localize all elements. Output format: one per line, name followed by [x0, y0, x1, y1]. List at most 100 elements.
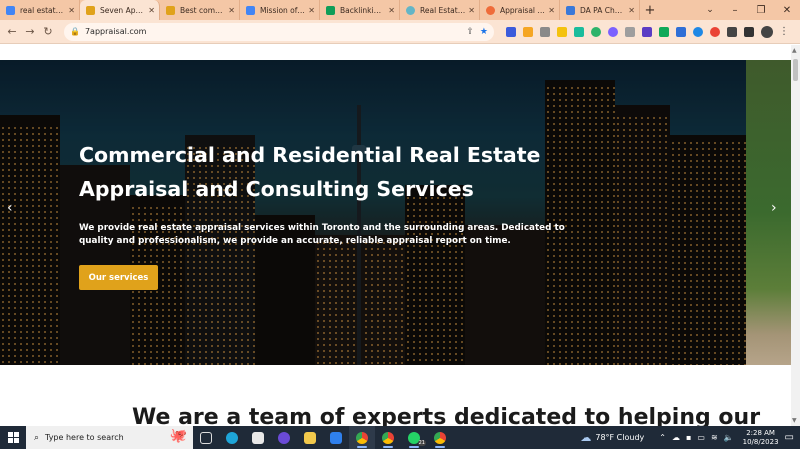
notifications-icon[interactable]: ▭: [785, 432, 794, 443]
side-panel-icon[interactable]: [743, 26, 754, 37]
edge-icon[interactable]: [219, 426, 245, 449]
extension-icon[interactable]: [607, 26, 618, 37]
section-heading: We are a team of experts dedicated to he…: [132, 405, 761, 426]
tab-title: Mission of m: [260, 5, 306, 15]
menu-kebab-icon[interactable]: ⋮: [779, 26, 789, 37]
browser-toolbar: ← → ↻ 🔒 7appraisal.com ⇪ ★ ⋮: [0, 20, 800, 44]
tab-title: DA PA Check: [580, 5, 626, 15]
back-icon[interactable]: ←: [4, 24, 20, 40]
weather-widget[interactable]: ☁ 78°F Cloudy: [580, 431, 644, 444]
extension-icon[interactable]: [658, 26, 669, 37]
tab-strip: real estate ap✕ Seven Apprai✕ Best comme…: [0, 0, 800, 20]
cloud-icon: ☁: [580, 431, 592, 444]
task-view-icon[interactable]: [193, 426, 219, 449]
reload-icon[interactable]: ↻: [40, 24, 56, 40]
start-button[interactable]: [0, 426, 26, 449]
extension-icon[interactable]: [709, 26, 720, 37]
share-icon[interactable]: ⇪: [466, 27, 474, 37]
address-bar[interactable]: 🔒 7appraisal.com ⇪ ★: [64, 22, 494, 41]
battery-icon[interactable]: ▭: [697, 433, 705, 442]
browser-tab[interactable]: real estate ap✕: [0, 0, 80, 20]
wifi-icon[interactable]: ≋: [711, 433, 718, 442]
close-tab-icon[interactable]: ✕: [468, 6, 475, 15]
taskbar-search[interactable]: ⌕ Type here to search 🐙: [26, 426, 193, 449]
extension-icon[interactable]: [539, 26, 550, 37]
profile-avatar[interactable]: [761, 25, 773, 38]
bookmark-star-icon[interactable]: ★: [480, 27, 488, 37]
tab-title: real estate ap: [20, 5, 65, 15]
extension-icon[interactable]: [573, 26, 584, 37]
extension-icon[interactable]: [692, 26, 703, 37]
close-tab-icon[interactable]: ✕: [548, 6, 555, 15]
volume-icon[interactable]: 🔈: [724, 433, 734, 442]
clock[interactable]: 2:28 AM 10/8/2023: [743, 429, 779, 447]
carousel-prev-icon[interactable]: ‹: [7, 200, 13, 216]
octopus-search-highlight-icon: 🐙: [169, 428, 187, 444]
tab-title: Seven Apprai: [100, 5, 146, 15]
media-app-icon[interactable]: [271, 426, 297, 449]
chevron-up-icon[interactable]: ⌃: [659, 433, 666, 442]
browser-tab-active[interactable]: Seven Apprai ✕: [80, 0, 160, 20]
minimize-icon[interactable]: –: [722, 0, 748, 20]
weather-text: 78°F Cloudy: [595, 433, 645, 442]
tab-search-chevron-icon[interactable]: ⌄: [700, 0, 720, 20]
close-tab-icon[interactable]: ✕: [228, 6, 235, 15]
forward-icon[interactable]: →: [22, 24, 38, 40]
close-tab-icon[interactable]: ✕: [628, 6, 635, 15]
new-tab-button[interactable]: +: [640, 0, 660, 20]
restore-icon[interactable]: ❐: [748, 0, 774, 20]
scroll-up-icon[interactable]: ▲: [792, 47, 797, 54]
site-favicon-icon: [486, 5, 495, 15]
search-icon: ⌕: [34, 432, 40, 443]
chrome-icon[interactable]: [349, 426, 375, 449]
mail-icon[interactable]: [323, 426, 349, 449]
our-services-button[interactable]: Our services: [79, 265, 158, 290]
extension-icon[interactable]: [675, 26, 686, 37]
tray-app-icon[interactable]: ▪: [686, 433, 691, 442]
page-top-strip: [0, 45, 791, 60]
chrome-icon[interactable]: [375, 426, 401, 449]
chrome-icon[interactable]: [427, 426, 453, 449]
close-tab-icon[interactable]: ✕: [308, 6, 315, 15]
extension-icon[interactable]: [522, 26, 533, 37]
browser-tab[interactable]: Appraisal Hu ✕: [480, 0, 560, 20]
store-icon[interactable]: [245, 426, 271, 449]
browser-tab[interactable]: Mission of m ✕: [240, 0, 320, 20]
close-tab-icon[interactable]: ✕: [68, 6, 75, 15]
browser-tab[interactable]: Real Estate A ✕: [400, 0, 480, 20]
lock-icon[interactable]: 🔒: [70, 27, 80, 36]
scroll-down-icon[interactable]: ▼: [792, 417, 797, 424]
cloud-sync-icon[interactable]: ☁: [672, 433, 680, 442]
close-tab-icon[interactable]: ✕: [388, 6, 395, 15]
tab-title: Appraisal Hu: [500, 5, 546, 15]
extension-icon[interactable]: [590, 26, 601, 37]
window-controls: – ❐ ✕: [722, 0, 800, 20]
close-tab-icon[interactable]: ✕: [148, 6, 155, 15]
sheets-icon: [326, 5, 335, 15]
page-scrollbar[interactable]: ▲ ▼: [791, 45, 800, 426]
extension-icon[interactable]: [641, 26, 652, 37]
google-icon: [6, 5, 15, 15]
hero-title: Commercial and Residential Real Estate A…: [79, 138, 579, 206]
puzzle-icon[interactable]: [726, 26, 737, 37]
scrollbar-thumb[interactable]: [793, 59, 798, 81]
file-explorer-icon[interactable]: [297, 426, 323, 449]
tab-title: Real Estate A: [420, 5, 466, 15]
extension-icon[interactable]: [556, 26, 567, 37]
whatsapp-icon[interactable]: 21: [401, 426, 427, 449]
hero-overlay: [0, 60, 746, 365]
site-favicon-icon: [406, 5, 415, 15]
clock-date: 10/8/2023: [742, 437, 779, 446]
site-favicon-icon: [86, 5, 95, 15]
next-slide-preview: [746, 60, 791, 365]
extension-icon[interactable]: [505, 26, 516, 37]
browser-tab[interactable]: Best comme ✕: [160, 0, 240, 20]
browser-tab[interactable]: Backlinking 1 ✕: [320, 0, 400, 20]
system-tray: ☁ 78°F Cloudy ⌃ ☁ ▪ ▭ ≋ 🔈 2:28 AM 10/8/2…: [580, 426, 800, 449]
site-favicon-icon: [566, 5, 575, 15]
hero-carousel: Commercial and Residential Real Estate A…: [0, 60, 791, 365]
extension-icon[interactable]: [624, 26, 635, 37]
carousel-next-icon[interactable]: ›: [771, 200, 777, 216]
browser-tab[interactable]: DA PA Check ✕: [560, 0, 640, 20]
close-window-icon[interactable]: ✕: [774, 0, 800, 20]
